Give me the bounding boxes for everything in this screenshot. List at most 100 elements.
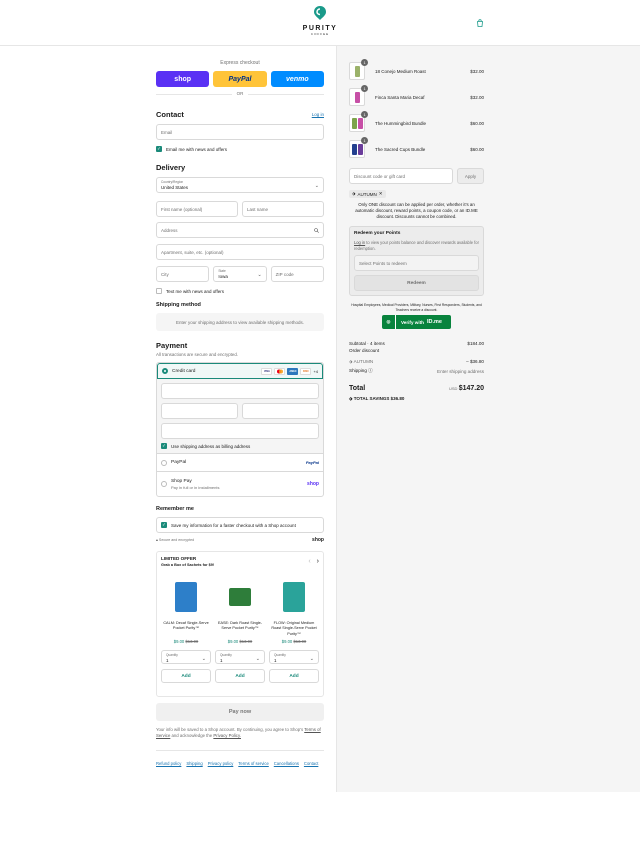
news-checkbox[interactable]: ✓ Email me with news and offers xyxy=(156,146,324,152)
points-title: Redeem your Points xyxy=(354,231,401,236)
venmo-button[interactable]: venmo xyxy=(270,71,324,87)
brand-logo[interactable]: PURITY COFFEE xyxy=(300,5,340,36)
text-checkbox[interactable]: Text me with news and offers xyxy=(156,288,324,294)
checkbox-checked-icon[interactable]: ✓ xyxy=(161,522,167,528)
payment-title: Payment xyxy=(156,341,188,350)
chevron-down-icon: ⌄ xyxy=(201,656,206,662)
points-select[interactable]: Select Points to redeem xyxy=(354,255,479,271)
city-field[interactable]: City xyxy=(156,266,210,282)
paypal-option[interactable]: PayPal PayPal xyxy=(157,454,323,472)
radio-icon[interactable] xyxy=(161,459,167,466)
contact-link[interactable]: Contact xyxy=(304,761,318,766)
shop-pay-sub: Pay in full or in installments xyxy=(171,484,220,490)
card-brands: VISA AMEX DISC +4 xyxy=(261,367,318,375)
refund-policy-link[interactable]: Refund policy xyxy=(156,761,181,766)
card-form: ✓ Use shipping address as billing addres… xyxy=(157,379,323,454)
product-image[interactable] xyxy=(215,577,265,617)
quantity-select[interactable]: Quantity 1 ⌄ xyxy=(215,650,265,664)
remember-label: Save my information for a faster checkou… xyxy=(171,522,296,528)
redeem-points: Redeem your Points Log in to view your p… xyxy=(349,226,484,296)
idme-verify-button[interactable]: ◎ Verify with ID.me xyxy=(382,315,451,329)
item-name: The Sacred Cups Bundle xyxy=(375,146,426,152)
apartment-field[interactable]: Apartment, suite, etc. (optional) xyxy=(156,244,324,260)
express-checkout-label: Express checkout xyxy=(220,60,260,66)
last-name-field[interactable]: Last name xyxy=(242,201,324,217)
total-row: Total USD $147.20 xyxy=(349,382,484,394)
first-name-field[interactable]: First name (optional) xyxy=(156,201,238,217)
credit-card-option[interactable]: Credit card VISA AMEX DISC +4 xyxy=(157,363,323,379)
cancellations-link[interactable]: Cancellations xyxy=(274,761,299,766)
offer-product: FLOW: Original Medium Roast Single-Serve… xyxy=(269,571,319,683)
product-name: FLOW: Original Medium Roast Single-Serve… xyxy=(271,621,317,636)
terms-of-service-link[interactable]: Terms of service xyxy=(238,761,268,766)
zip-field[interactable]: ZIP code xyxy=(270,266,324,282)
chevron-left-icon[interactable]: ‹ xyxy=(308,558,310,565)
radio-selected-icon[interactable] xyxy=(162,368,168,374)
address-field[interactable]: Address xyxy=(156,222,324,238)
idme-label: Verify with xyxy=(401,319,424,325)
login-link[interactable]: Log in xyxy=(312,112,324,117)
checkbox-checked-icon[interactable]: ✓ xyxy=(156,146,162,152)
shop-pay-button[interactable]: shop xyxy=(156,71,210,87)
product-price: $9.00 $13.00 xyxy=(227,639,253,644)
quantity-select[interactable]: Quantity 1 ⌄ xyxy=(269,650,319,664)
chevron-down-icon: ⌄ xyxy=(257,272,262,278)
total-savings: ⬗ TOTAL SAVINGS $36.80 xyxy=(349,396,405,401)
radio-icon[interactable] xyxy=(161,481,167,487)
chevron-down-icon: ⌄ xyxy=(309,656,314,662)
item-name: The Hummingbird Bundle xyxy=(375,120,427,126)
help-icon[interactable]: ⓘ xyxy=(368,368,373,373)
check-circle-icon: ◎ xyxy=(382,315,396,329)
quantity-select[interactable]: Quantity 1 ⌄ xyxy=(161,650,211,664)
cvv-field[interactable] xyxy=(242,403,319,419)
cart-item: 1 The Sacred Cups Bundle $60.00 xyxy=(349,137,484,160)
state-select[interactable]: State Iowa ⌄ xyxy=(213,266,267,282)
discount-code-field[interactable]: Discount code or gift card xyxy=(349,168,453,184)
state-value: Iowa xyxy=(218,274,228,279)
expiry-field[interactable] xyxy=(161,403,238,419)
pay-now-button[interactable]: Pay now xyxy=(156,703,324,721)
contact-title: Contact xyxy=(156,110,184,119)
product-image[interactable] xyxy=(269,577,319,617)
billing-checkbox[interactable]: ✓ Use shipping address as billing addres… xyxy=(161,443,319,449)
add-button[interactable]: Add xyxy=(215,669,265,683)
checkbox-checked-icon[interactable]: ✓ xyxy=(161,443,167,449)
item-name: Finca Santa Maria Decaf xyxy=(375,94,425,100)
email-field[interactable]: Email xyxy=(156,124,324,140)
footer-links: Refund policy Shipping Privacy policy Te… xyxy=(156,761,324,766)
add-button[interactable]: Add xyxy=(269,669,319,683)
tag-icon: ⬗ xyxy=(352,191,356,196)
shipping-link[interactable]: Shipping xyxy=(186,761,202,766)
points-login-link[interactable]: Log in xyxy=(354,240,365,245)
bag-icon[interactable] xyxy=(476,19,484,27)
product-thumbnail: 1 xyxy=(349,111,368,132)
total-label: Total xyxy=(349,384,366,392)
paypal-button[interactable]: PayPal xyxy=(213,71,267,87)
product-name: CALM: Decaf Single-Serve Pocket Purity™ xyxy=(163,621,209,631)
chevron-right-icon[interactable]: › xyxy=(317,558,319,565)
city-state-zip-row: City State Iowa ⌄ ZIP code xyxy=(156,266,324,282)
product-thumbnail: 1 xyxy=(349,85,368,106)
remember-box[interactable]: ✓ Save my information for a faster check… xyxy=(156,517,324,533)
quantity-badge: 1 xyxy=(361,59,368,66)
close-icon[interactable]: ✕ xyxy=(379,191,383,197)
redeem-button[interactable]: Redeem xyxy=(354,275,479,291)
card-number-field[interactable] xyxy=(161,383,319,399)
privacy-policy-link[interactable]: Privacy policy xyxy=(208,761,234,766)
product-image[interactable] xyxy=(161,577,211,617)
apply-button[interactable]: Apply xyxy=(457,168,484,184)
offer-subtitle: Grab a Box of Sachets for $9! xyxy=(161,563,215,567)
totals: Subtotal · 4 items $184.00 Order discoun… xyxy=(349,338,484,402)
discount-note: Only ONE discount can be applied per ord… xyxy=(355,202,478,219)
shipping-row: Shipping ⓘ Enter shipping address xyxy=(349,366,484,376)
add-button[interactable]: Add xyxy=(161,669,211,683)
idme-logo: ID.me xyxy=(426,319,442,325)
country-select[interactable]: Country/Region United States ⌄ xyxy=(156,177,324,193)
cart-item: 1 The Hummingbird Bundle $60.00 xyxy=(349,111,484,134)
express-buttons: shop PayPal venmo xyxy=(156,71,324,87)
privacy-link[interactable]: Privacy Policy. xyxy=(213,733,241,738)
shop-pay-option[interactable]: Shop Pay Pay in full or in installments … xyxy=(157,472,323,496)
site-header: PURITY COFFEE xyxy=(0,0,640,46)
name-on-card-field[interactable] xyxy=(161,423,319,439)
checkbox-empty-icon[interactable] xyxy=(156,288,162,294)
